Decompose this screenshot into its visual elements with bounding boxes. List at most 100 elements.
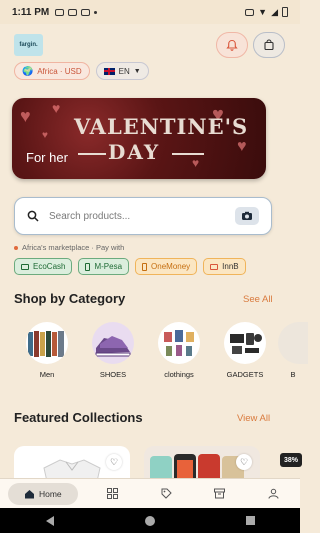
youtube-icon	[81, 8, 91, 16]
heart-icon: ♡	[239, 456, 249, 467]
home-circle-icon[interactable]	[144, 515, 155, 526]
region-label: Africa · USD	[37, 66, 82, 76]
signal-icon: ◢	[271, 6, 278, 17]
category-label: B	[290, 370, 296, 379]
banner-tagline: For her	[26, 150, 68, 165]
category-image-men	[26, 322, 68, 364]
nav-deals[interactable]	[139, 488, 193, 499]
favorite-button[interactable]: ♡	[106, 454, 122, 470]
nav-profile[interactable]	[246, 488, 300, 499]
region-selector[interactable]: 🌍 Africa · USD	[14, 62, 90, 80]
payment-methods: EcoCash M-Pesa OneMoney InnB	[14, 258, 300, 275]
language-label: EN	[118, 66, 130, 76]
tag-icon	[161, 488, 172, 499]
heart-icon: ♡	[109, 456, 119, 467]
banner-arrow-left	[78, 153, 106, 155]
payment-label: OneMoney	[151, 262, 191, 271]
clothings-image	[164, 330, 194, 356]
payment-onemoney[interactable]: OneMoney	[135, 258, 198, 275]
search-icon	[27, 210, 39, 222]
heart-decoration-icon: ♥	[192, 156, 200, 170]
notification-icon	[55, 8, 65, 16]
language-selector[interactable]: EN ▼	[95, 62, 149, 80]
card-icon	[21, 263, 29, 270]
back-icon[interactable]	[45, 515, 54, 526]
heart-decoration-icon: ♥	[20, 106, 31, 126]
payment-label: InnB	[222, 262, 239, 271]
shopping-bag-icon	[264, 39, 274, 51]
locale-pills: 🌍 Africa · USD EN ▼	[14, 62, 149, 80]
grid-icon	[106, 488, 118, 499]
featured-section-title: Featured Collections	[14, 410, 143, 425]
favorite-button[interactable]: ♡	[236, 454, 252, 470]
discount-badge: 38%	[280, 453, 302, 467]
banner-title: VALENTINE'S	[74, 114, 249, 139]
wifi-icon: ▼	[258, 7, 268, 17]
status-time: 1:11 PM	[12, 6, 50, 18]
gadgets-image	[230, 333, 262, 354]
marketplace-text: Africa's marketplace · Pay with	[22, 243, 125, 252]
nav-categories[interactable]	[86, 488, 140, 499]
heart-decoration-icon: ♥	[237, 138, 247, 155]
banner-subtitle: DAY	[108, 140, 161, 164]
category-item[interactable]: GADGETS	[212, 322, 278, 379]
notification-icons	[55, 8, 98, 16]
box-icon	[214, 488, 226, 499]
clothes-rack-image	[28, 331, 64, 357]
status-bar: 1:11 PM ▼ ◢	[0, 0, 300, 24]
phone-icon	[85, 262, 91, 271]
category-image-gadgets	[224, 322, 266, 364]
chevron-down-icon: ▼	[133, 67, 141, 75]
phone-icon	[142, 262, 148, 271]
more-dot-icon	[94, 10, 98, 14]
payment-label: M-Pesa	[94, 262, 123, 271]
payment-ecocash[interactable]: EcoCash	[14, 258, 73, 275]
search-input[interactable]: Search products...	[49, 211, 235, 222]
view-all-featured-link[interactable]: View All	[237, 413, 270, 424]
card-icon	[210, 263, 219, 270]
home-icon	[24, 489, 34, 498]
globe-icon: 🌍	[22, 65, 34, 76]
bottom-navigation: Home	[0, 478, 300, 508]
payment-label: EcoCash	[33, 262, 66, 271]
bullet-icon	[14, 245, 18, 250]
camera-icon	[242, 211, 252, 220]
payment-mpesa[interactable]: M-Pesa	[78, 258, 130, 275]
shoes-image	[95, 336, 131, 357]
nav-home[interactable]: Home	[8, 482, 78, 505]
app-logo[interactable]: fargin.	[14, 34, 43, 56]
search-bar[interactable]: Search products...	[14, 197, 272, 235]
uk-flag-icon	[103, 67, 115, 75]
category-label: SHOES	[99, 370, 127, 379]
recents-icon[interactable]	[245, 516, 255, 525]
nav-orders[interactable]	[193, 488, 247, 499]
category-image-clothings	[158, 322, 200, 364]
battery-icon	[282, 7, 288, 17]
youtube-icon	[68, 8, 78, 16]
heart-decoration-icon: ♥	[42, 130, 48, 141]
bell-icon	[226, 39, 238, 51]
category-label: Men	[39, 370, 55, 379]
category-section-title: Shop by Category	[14, 291, 126, 306]
system-navigation-bar	[0, 508, 300, 533]
category-image-partial	[278, 322, 308, 364]
category-item[interactable]: B	[278, 322, 308, 379]
camera-search-button[interactable]	[235, 207, 259, 225]
user-icon	[268, 488, 279, 499]
category-list: Men SHOES clothings GADGETS B	[14, 322, 314, 379]
see-all-categories-link[interactable]: See All	[243, 294, 273, 305]
category-label: GADGETS	[226, 370, 264, 379]
promo-banner[interactable]: ♥ ♥ ♥ ♥ ♥ ♥ VALENTINE'S DAY For her	[12, 98, 266, 179]
app-header: fargin.	[0, 30, 300, 64]
category-image-shoes	[92, 322, 134, 364]
payment-innbucks[interactable]: InnB	[203, 258, 246, 275]
category-item[interactable]: SHOES	[80, 322, 146, 379]
heart-decoration-icon: ♥	[52, 100, 61, 116]
cart-button[interactable]	[253, 32, 285, 58]
category-item[interactable]: Men	[14, 322, 80, 379]
category-item[interactable]: clothings	[146, 322, 212, 379]
banner-arrow-right	[172, 153, 204, 155]
notifications-button[interactable]	[216, 32, 248, 58]
category-label: clothings	[164, 370, 194, 379]
system-icons: ▼ ◢	[245, 7, 288, 18]
